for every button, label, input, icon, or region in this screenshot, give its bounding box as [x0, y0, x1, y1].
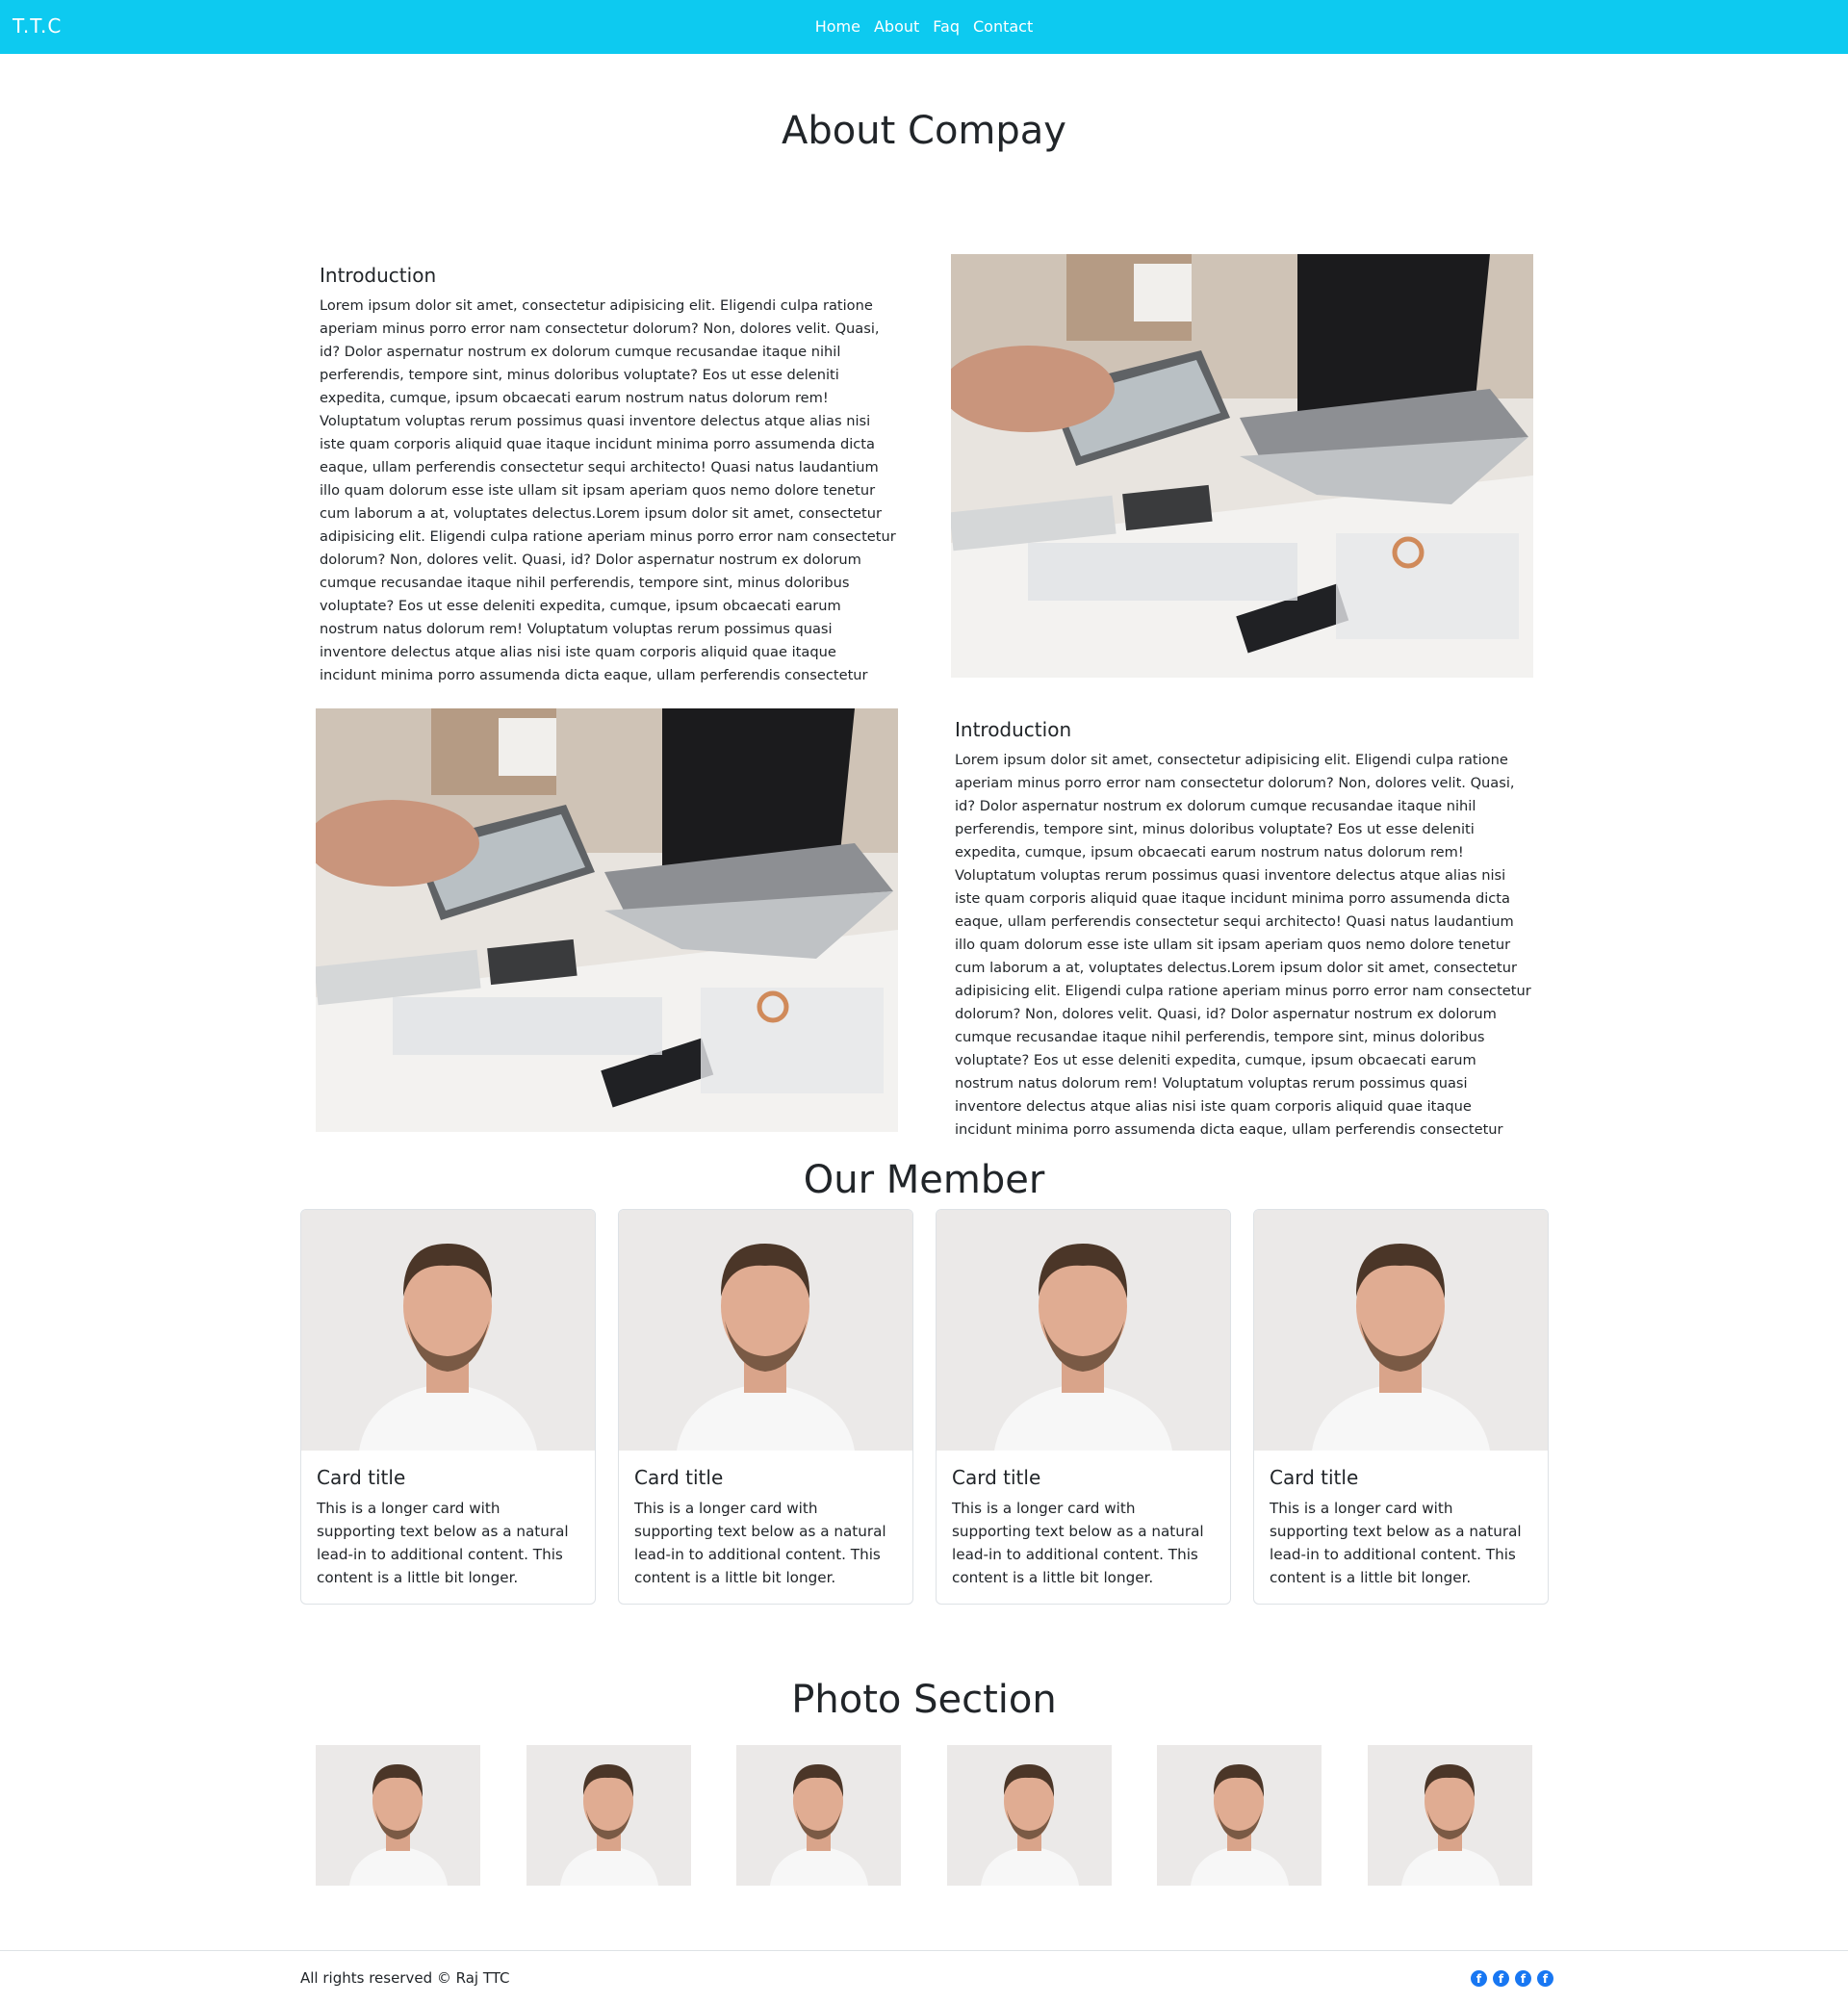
intro-text-1: Lorem ipsum dolor sit amet, consectetur …: [320, 297, 896, 683]
card-body: Card title This is a longer card with su…: [937, 1451, 1230, 1589]
members-title: Our Member: [803, 1158, 1045, 1202]
member-photo: [937, 1210, 1230, 1451]
footer: All rights reserved © Raj TTC f f f f: [0, 1950, 1848, 2004]
member-photo: [619, 1210, 912, 1451]
card-text: This is a longer card with supporting te…: [1270, 1500, 1522, 1586]
gallery-photo[interactable]: [1157, 1745, 1322, 1886]
portrait-thumbnail: [736, 1745, 901, 1886]
gallery-photo[interactable]: [316, 1745, 480, 1886]
card-title: Card title: [1270, 1466, 1359, 1489]
portrait-thumbnail: [947, 1745, 1112, 1886]
gallery-photo[interactable]: [736, 1745, 901, 1886]
facebook-icon[interactable]: f: [1493, 1970, 1509, 1987]
gallery-photo[interactable]: [947, 1745, 1112, 1886]
card-title: Card title: [317, 1466, 406, 1489]
social-links: f f f f: [1471, 1970, 1553, 1987]
card-title: Card title: [634, 1466, 724, 1489]
card-text: This is a longer card with supporting te…: [634, 1500, 886, 1586]
portrait-thumbnail: [316, 1745, 480, 1886]
portrait-image: [301, 1210, 595, 1451]
member-photo: [301, 1210, 595, 1451]
nav-link-about[interactable]: About: [874, 17, 919, 36]
portrait-image: [1254, 1210, 1548, 1451]
office-desk-image: [951, 254, 1533, 678]
office-desk-image: [316, 708, 898, 1132]
member-card[interactable]: Card title This is a longer card with su…: [300, 1209, 596, 1605]
member-card[interactable]: Card title This is a longer card with su…: [618, 1209, 913, 1605]
intro-text-2: Lorem ipsum dolor sit amet, consectetur …: [955, 752, 1531, 1138]
card-text: This is a longer card with supporting te…: [317, 1500, 569, 1586]
nav-link-contact[interactable]: Contact: [973, 17, 1033, 36]
gallery-photo[interactable]: [526, 1745, 691, 1886]
facebook-icon[interactable]: f: [1471, 1970, 1487, 1987]
intro-block-1: Introduction Lorem ipsum dolor sit amet,…: [320, 264, 897, 687]
about-section: Introduction Lorem ipsum dolor sit amet,…: [0, 160, 1848, 1151]
intro-heading-1: Introduction: [320, 264, 437, 287]
portrait-thumbnail: [526, 1745, 691, 1886]
member-card[interactable]: Card title This is a longer card with su…: [1253, 1209, 1549, 1605]
card-body: Card title This is a longer card with su…: [619, 1451, 912, 1589]
navbar: T.T.C Home About Faq Contact: [0, 0, 1848, 54]
card-body: Card title This is a longer card with su…: [1254, 1451, 1548, 1589]
about-title: About Compay: [782, 109, 1066, 153]
portrait-thumbnail: [1157, 1745, 1322, 1886]
office-photo-1: [951, 254, 1533, 678]
photo-gallery: [0, 1729, 1848, 1950]
facebook-icon[interactable]: f: [1537, 1970, 1553, 1987]
photos-title: Photo Section: [791, 1678, 1057, 1722]
intro-block-2: Introduction Lorem ipsum dolor sit amet,…: [955, 718, 1532, 1142]
nav-link-home[interactable]: Home: [815, 17, 860, 36]
nav-link-faq[interactable]: Faq: [933, 17, 960, 36]
member-cards: Card title This is a longer card with su…: [0, 1209, 1848, 1615]
gallery-photo[interactable]: [1368, 1745, 1532, 1886]
nav-links: Home About Faq Contact: [0, 17, 1848, 36]
intro-heading-2: Introduction: [955, 718, 1072, 741]
portrait-image: [619, 1210, 912, 1451]
member-card[interactable]: Card title This is a longer card with su…: [936, 1209, 1231, 1605]
office-photo-2: [316, 708, 898, 1132]
card-body: Card title This is a longer card with su…: [301, 1451, 595, 1589]
portrait-thumbnail: [1368, 1745, 1532, 1886]
card-title: Card title: [952, 1466, 1041, 1489]
facebook-icon[interactable]: f: [1515, 1970, 1531, 1987]
portrait-image: [937, 1210, 1230, 1451]
card-text: This is a longer card with supporting te…: [952, 1500, 1204, 1586]
copyright-text: All rights reserved © Raj TTC: [300, 1969, 510, 1987]
member-photo: [1254, 1210, 1548, 1451]
